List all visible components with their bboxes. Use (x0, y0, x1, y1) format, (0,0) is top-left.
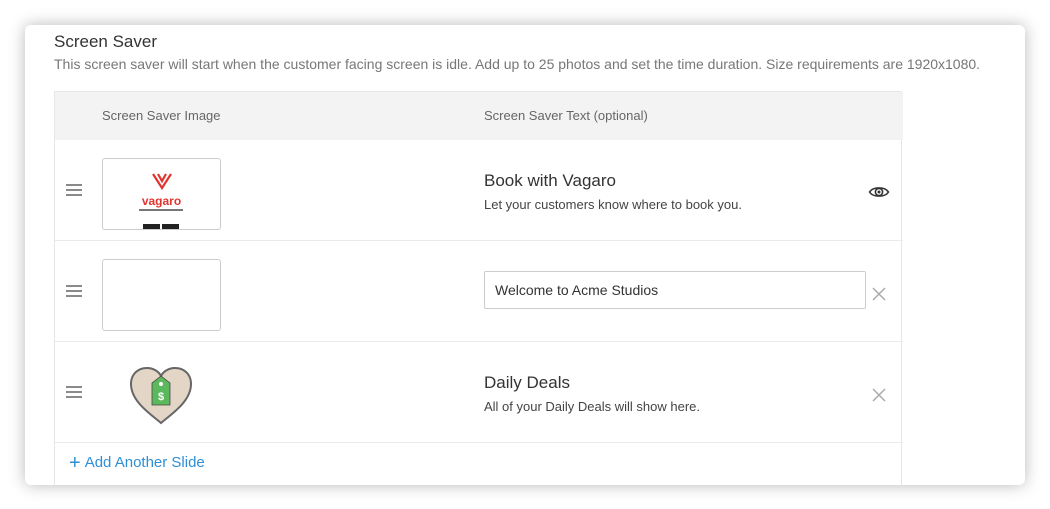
heart-price-tag-icon[interactable]: $ (128, 366, 194, 426)
slide-thumbnail[interactable]: vagaro (102, 158, 221, 230)
column-header-text: Screen Saver Text (optional) (484, 108, 648, 123)
logo-tagline (139, 209, 183, 211)
table-header: Screen Saver Image Screen Saver Text (op… (55, 92, 903, 140)
slide-row: $ Daily Deals All of your Daily Deals wi… (55, 342, 903, 443)
plus-icon: + (69, 452, 81, 474)
slide-title: Book with Vagaro (484, 171, 616, 190)
slide-thumbnail[interactable] (102, 259, 221, 331)
slide-subtitle: All of your Daily Deals will show here. (484, 399, 701, 414)
section-description: This screen saver will start when the cu… (54, 56, 981, 72)
slide-subtitle: Let your customers know where to book yo… (484, 197, 742, 212)
screen-saver-card: Screen Saver This screen saver will star… (25, 25, 1025, 485)
eye-icon[interactable] (868, 181, 890, 203)
slides-table: Screen Saver Image Screen Saver Text (op… (54, 91, 903, 485)
vagaro-logo-icon (152, 173, 172, 190)
drag-handle-icon[interactable] (66, 285, 82, 297)
add-another-slide-link[interactable]: + Add Another Slide (69, 452, 205, 475)
slide-text-input[interactable] (484, 271, 866, 309)
column-header-image: Screen Saver Image (102, 108, 221, 123)
drag-handle-icon[interactable] (66, 386, 82, 398)
close-icon[interactable] (868, 283, 890, 305)
vagaro-logo-text: vagaro (141, 194, 182, 208)
slide-row: vagaro Book with Vagaro Let your custome… (55, 140, 903, 241)
add-slide-label: Add Another Slide (84, 454, 205, 471)
section-title: Screen Saver (54, 32, 157, 51)
close-icon[interactable] (868, 384, 890, 406)
app-store-badges (143, 216, 181, 229)
price-tag-symbol: $ (158, 391, 164, 403)
slide-title: Daily Deals (484, 373, 570, 392)
drag-handle-icon[interactable] (66, 184, 82, 196)
slide-row (55, 241, 903, 342)
